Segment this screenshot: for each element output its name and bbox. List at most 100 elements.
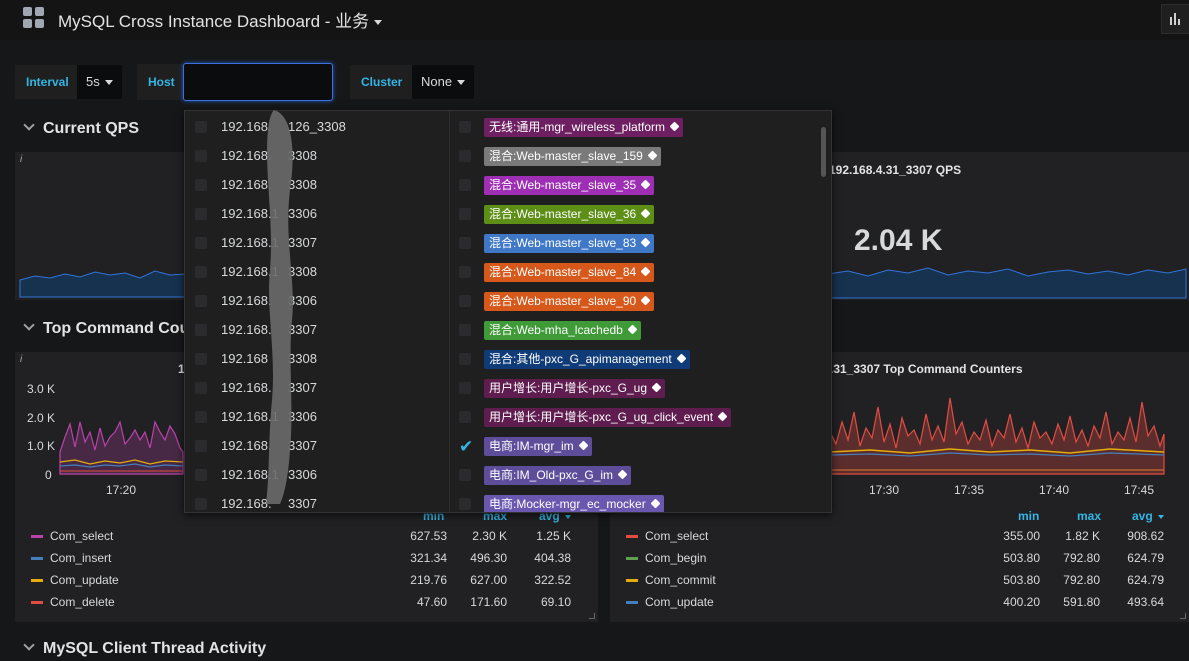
legend-max-header[interactable]: max	[1077, 509, 1101, 523]
series-avg: 404.38	[534, 551, 571, 565]
checkbox[interactable]	[459, 353, 471, 365]
cluster-tag[interactable]: 电商:IM-mgr_im	[484, 437, 592, 456]
checkbox[interactable]	[459, 469, 471, 481]
series-color-swatch	[31, 579, 43, 582]
resize-handle[interactable]	[589, 613, 595, 619]
cluster-option[interactable]: 混合:Web-master_slave_35	[459, 176, 819, 197]
grid-icon[interactable]	[23, 7, 45, 29]
row-top-command[interactable]: Top Command Cour	[22, 319, 196, 338]
checkbox[interactable]	[195, 324, 207, 336]
checkbox[interactable]	[195, 266, 207, 278]
cluster-tag[interactable]: 用户增长:用户增长-pxc_G_ug_click_event	[484, 408, 732, 427]
checkbox[interactable]	[459, 295, 471, 307]
cluster-option[interactable]: 混合:Web-master_slave_84	[459, 263, 819, 284]
row-client-thread[interactable]: MySQL Client Thread Activity	[22, 639, 266, 658]
cluster-tag[interactable]: 混合:Web-master_slave_83	[484, 234, 655, 253]
cluster-tag[interactable]: 混合:Web-mha_lcachedb	[484, 321, 641, 340]
checkbox[interactable]	[459, 382, 471, 394]
host-option[interactable]: 192.168.1 3306	[195, 206, 445, 226]
legend-item[interactable]: Com_commit 503.80 792.80 624.79	[626, 569, 1171, 591]
cluster-tag[interactable]: 混合:Web-master_slave_90	[484, 292, 655, 311]
interval-select[interactable]: 5s	[77, 65, 122, 99]
checkbox[interactable]	[459, 237, 471, 249]
checkbox[interactable]	[459, 411, 471, 423]
checkbox[interactable]	[195, 382, 207, 394]
checkbox[interactable]	[195, 121, 207, 133]
host-option[interactable]: 192.168.1 3306	[195, 409, 445, 429]
host-option[interactable]: 192.168.1 3306	[195, 467, 445, 487]
checkbox[interactable]	[459, 208, 471, 220]
checkbox[interactable]	[459, 266, 471, 278]
legend-avg-header[interactable]: avg	[1132, 509, 1164, 523]
dropdown-scrollbar[interactable]	[821, 127, 826, 177]
host-option[interactable]: 192.168. 3308	[195, 148, 445, 168]
cluster-select[interactable]: None	[412, 65, 475, 99]
cluster-tag[interactable]: 混合:其他-pxc_G_apimanagement	[484, 350, 690, 369]
host-option[interactable]: 192.168. 3307	[195, 322, 445, 342]
row-current-qps[interactable]: Current QPS	[22, 119, 139, 138]
top-navbar: MySQL Cross Instance Dashboard - 业务	[0, 0, 1189, 40]
cluster-tag[interactable]: 电商:Mocker-mgr_ec_mocker	[484, 495, 664, 512]
bar-chart-icon[interactable]	[1161, 4, 1189, 34]
host-option[interactable]: 192.168. 3307	[195, 380, 445, 400]
cluster-option[interactable]: 用户增长:用户增长-pxc_G_ug_click_event	[459, 408, 819, 429]
host-option[interactable]: 192.168. 3307	[195, 496, 445, 512]
cluster-option[interactable]: ✔ 电商:IM-mgr_im	[459, 437, 819, 458]
cluster-option[interactable]: 电商:Mocker-mgr_ec_mocker	[459, 495, 819, 512]
checkbox[interactable]	[195, 353, 207, 365]
host-input[interactable]	[183, 63, 333, 101]
cluster-option[interactable]: 混合:其他-pxc_G_apimanagement	[459, 350, 819, 371]
cluster-tag[interactable]: 无线:通用-mgr_wireless_platform	[484, 118, 684, 137]
checkbox[interactable]	[195, 208, 207, 220]
dashboard-title-button[interactable]: MySQL Cross Instance Dashboard - 业务	[58, 7, 383, 32]
cluster-tag[interactable]: 混合:Web-master_slave_35	[484, 176, 655, 195]
cluster-option[interactable]: 电商:IM_Old-pxc_G_im	[459, 466, 819, 487]
cluster-tag[interactable]: 混合:Web-master_slave_36	[484, 205, 655, 224]
checkbox[interactable]	[459, 324, 471, 336]
legend-item[interactable]: Com_update 400.20 591.80 493.64	[626, 591, 1171, 613]
checkbox[interactable]	[459, 498, 471, 510]
legend-item[interactable]: Com_delete 47.60 171.60 69.10	[31, 591, 576, 613]
legend-min-header[interactable]: min	[1018, 509, 1039, 523]
host-option[interactable]: 192.168. 126_3308	[195, 119, 445, 139]
legend-item[interactable]: Com_begin 503.80 792.80 624.79	[626, 547, 1171, 569]
cluster-option[interactable]: 混合:Web-master_slave_159	[459, 147, 819, 168]
series-color-swatch	[626, 601, 638, 604]
cluster-option[interactable]: 混合:Web-master_slave_36	[459, 205, 819, 226]
checkbox[interactable]	[195, 469, 207, 481]
legend-item[interactable]: Com_select 355.00 1.82 K 908.62	[626, 525, 1171, 547]
cluster-tag[interactable]: 电商:IM_Old-pxc_G_im	[484, 466, 632, 485]
cluster-tag[interactable]: 用户增长:用户增长-pxc_G_ug	[484, 379, 666, 398]
cluster-tag[interactable]: 混合:Web-master_slave_159	[484, 147, 661, 166]
cluster-option[interactable]: 混合:Web-master_slave_90	[459, 292, 819, 313]
cluster-option[interactable]: 用户增长:用户增长-pxc_G_ug	[459, 379, 819, 400]
cluster-tag[interactable]: 混合:Web-master_slave_84	[484, 263, 655, 282]
host-option[interactable]: 192.168 3308	[195, 351, 445, 371]
host-option[interactable]: 192.168. 3306	[195, 293, 445, 313]
series-max: 792.80	[1063, 573, 1100, 587]
checkbox[interactable]	[459, 179, 471, 191]
checkbox[interactable]	[195, 295, 207, 307]
resize-handle[interactable]	[1180, 613, 1186, 619]
checkbox[interactable]	[195, 150, 207, 162]
cluster-tag-label: 混合:Web-master_slave_84	[489, 265, 637, 279]
cluster-option[interactable]: 混合:Web-mha_lcachedb	[459, 321, 819, 342]
legend-item[interactable]: Com_insert 321.34 496.30 404.38	[31, 547, 576, 569]
host-option[interactable]: 192.168.1 3308	[195, 264, 445, 284]
cluster-label: Cluster	[350, 65, 414, 99]
host-option[interactable]: 192.168.1 3307	[195, 235, 445, 255]
legend-item[interactable]: Com_select 627.53 2.30 K 1.25 K	[31, 525, 576, 547]
cluster-option[interactable]: 混合:Web-master_slave_83	[459, 234, 819, 255]
checkbox[interactable]	[459, 121, 471, 133]
checkbox[interactable]	[195, 237, 207, 249]
host-option[interactable]: 192.168. 3307	[195, 438, 445, 458]
cluster-option[interactable]: 无线:通用-mgr_wireless_platform	[459, 118, 819, 139]
checkbox[interactable]	[195, 440, 207, 452]
checkbox[interactable]	[195, 411, 207, 423]
tag-icon	[578, 440, 589, 451]
checkbox[interactable]	[195, 498, 207, 510]
host-option[interactable]: 192.168. 3308	[195, 177, 445, 197]
checkbox[interactable]	[459, 150, 471, 162]
checkbox[interactable]	[195, 179, 207, 191]
legend-item[interactable]: Com_update 219.76 627.00 322.52	[31, 569, 576, 591]
